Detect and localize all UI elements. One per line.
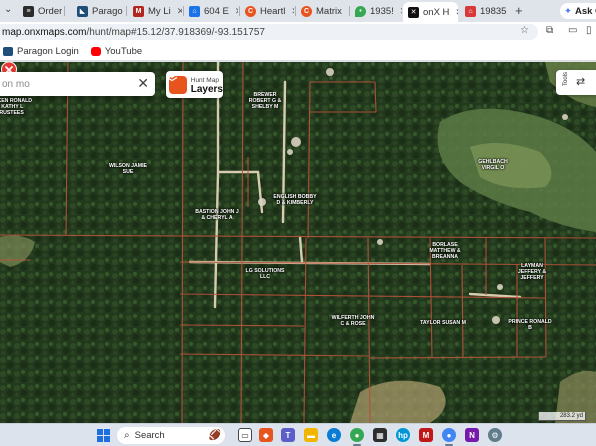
parcel-label[interactable]: LAYMAN JEFFERY & JEFFERY bbox=[509, 263, 555, 281]
extensions-icon[interactable]: ⧉ bbox=[546, 25, 553, 36]
ask-gemini-label: Ask Ge bbox=[574, 5, 596, 17]
tools-label: Tools bbox=[563, 71, 570, 87]
teams-icon[interactable]: T bbox=[281, 428, 295, 442]
matrix-icon: C bbox=[301, 5, 312, 17]
tab-search-icon[interactable]: ⌄ bbox=[4, 4, 12, 15]
layers-icon bbox=[166, 72, 187, 94]
widgets-icon: 🏈 bbox=[208, 430, 221, 441]
windows-taskbar: ⌕ Search 🏈 ▭ ◆ T ▬ e ● ▦ hp M ● N ⚙ bbox=[0, 423, 596, 446]
windows-start-icon[interactable] bbox=[96, 428, 110, 442]
parcel-label[interactable]: PRINCE RONALD B bbox=[507, 319, 553, 331]
home-icon: ⌂ bbox=[465, 5, 476, 17]
mcafee-icon[interactable]: M bbox=[419, 428, 433, 442]
scale-bar: 283.2 yd bbox=[538, 412, 586, 421]
tab-order[interactable]: ≡ Order ✕ bbox=[18, 2, 62, 20]
edge-icon[interactable]: e bbox=[327, 428, 341, 442]
swap-icon[interactable]: ⇄ bbox=[576, 75, 585, 88]
copilot-icon[interactable]: ◆ bbox=[259, 428, 273, 442]
bookmark-paragon-login[interactable]: Paragon Login bbox=[3, 46, 79, 57]
tab-label: 604 E bbox=[204, 5, 229, 17]
close-icon[interactable]: ✕ bbox=[400, 6, 402, 17]
order-icon: ≡ bbox=[23, 5, 34, 17]
tab-heartland[interactable]: C Heartl ✕ bbox=[240, 2, 294, 20]
tools-panel[interactable]: Tools ⇄ bbox=[556, 70, 596, 95]
close-icon[interactable]: ✕ bbox=[455, 7, 458, 18]
hp-icon[interactable]: hp bbox=[396, 428, 410, 442]
map-search-input[interactable]: on mo ✕ bbox=[0, 72, 155, 96]
tab-label: Heartl bbox=[260, 5, 286, 17]
satellite-map[interactable]: WILKEN RONALD L KATHY L TRUSTEES BREWER … bbox=[0, 62, 596, 423]
tab-paragon[interactable]: ◣ Parago ✕ bbox=[72, 2, 124, 20]
tab-matrix[interactable]: C Matrix ✕ bbox=[296, 2, 348, 20]
tab-label: 19835 bbox=[480, 5, 507, 17]
url-path: /hunt/map#15.12/37.918369/-93.151757 bbox=[86, 26, 265, 38]
parcel-label[interactable]: TAYLOR SUSAN M bbox=[420, 320, 466, 326]
browser-toolbar: map.onxmaps.com/hunt/map#15.12/37.918369… bbox=[0, 22, 596, 42]
tab-label: Matrix bbox=[316, 5, 342, 17]
parcel-label[interactable]: BREWER ROBERT G & SHELBY M bbox=[242, 92, 288, 110]
onx-icon: ✕ bbox=[408, 6, 419, 18]
tab-label: Order bbox=[38, 5, 62, 17]
parcel-label[interactable]: GEHLBACH VIRGIL O bbox=[470, 159, 516, 171]
paragon-icon bbox=[3, 46, 13, 56]
bookmark-label: Paragon Login bbox=[17, 45, 79, 57]
ask-gemini-button[interactable]: ✦ Ask Ge bbox=[560, 3, 596, 19]
gemini-icon: ✦ bbox=[564, 5, 572, 17]
parcel-label[interactable]: BASTION JOHN J & CHERYL A bbox=[194, 209, 240, 221]
close-icon[interactable]: ✕ bbox=[177, 6, 182, 17]
cast-icon[interactable]: ▭ bbox=[568, 25, 577, 36]
parcel-label[interactable]: ENGLISH BOBBY D & KIMBERLY bbox=[272, 194, 318, 206]
tab-my-listings[interactable]: M My Li ✕ bbox=[128, 2, 182, 20]
settings-icon[interactable]: ⚙ bbox=[488, 428, 502, 442]
tab-label: 1935! bbox=[370, 5, 394, 17]
file-explorer-icon[interactable]: ▬ bbox=[304, 428, 318, 442]
zillow-icon: ⌂ bbox=[189, 5, 200, 17]
chrome-2-icon[interactable]: ● bbox=[442, 428, 456, 442]
bookmarks-bar: Paragon Login YouTube bbox=[0, 42, 596, 61]
close-icon[interactable]: ✕ bbox=[291, 6, 294, 17]
taskbar-search-box[interactable]: ⌕ Search 🏈 bbox=[117, 427, 225, 444]
task-view-icon[interactable]: ▭ bbox=[238, 428, 252, 442]
bookmark-star-icon[interactable]: ☆ bbox=[520, 25, 529, 36]
tab-strip: ⌄ ≡ Order ✕ ◣ Parago ✕ M My Li ✕ ⌂ 604 E… bbox=[0, 0, 596, 22]
map-imagery bbox=[0, 62, 596, 423]
parcel-label[interactable]: WILFERTH JOHN C & ROSE bbox=[330, 315, 376, 327]
parcel-label[interactable]: BORLASE MATTHEW & BREANNA bbox=[422, 242, 468, 260]
search-icon: ⌕ bbox=[124, 430, 130, 441]
store-icon[interactable]: ▦ bbox=[373, 428, 387, 442]
close-icon[interactable]: ✕ bbox=[137, 75, 149, 92]
split-icon[interactable]: ▯ bbox=[586, 25, 592, 36]
bookmark-youtube[interactable]: YouTube bbox=[90, 45, 143, 57]
tab-label: Parago bbox=[92, 5, 123, 17]
new-tab-button[interactable]: + bbox=[515, 3, 523, 18]
chrome-icon[interactable]: ● bbox=[350, 428, 364, 442]
parcel-label[interactable]: LG SOLUTIONS LLC bbox=[242, 268, 288, 280]
layers-button[interactable]: Hunt Map Layers bbox=[166, 71, 223, 98]
tab-604[interactable]: ⌂ 604 E ✕ bbox=[184, 2, 238, 20]
address-bar[interactable]: map.onxmaps.com/hunt/map#15.12/37.918369… bbox=[0, 24, 538, 40]
onenote-icon[interactable]: N bbox=[465, 428, 479, 442]
taskbar-search-label: Search bbox=[134, 430, 165, 441]
search-text: on mo bbox=[2, 78, 30, 90]
tab-google-maps[interactable]: • 1935! ✕ bbox=[350, 2, 402, 20]
mylistings-icon: M bbox=[133, 5, 144, 17]
layers-title: Layers bbox=[190, 83, 223, 95]
youtube-icon bbox=[90, 46, 101, 56]
tab-label: onX H bbox=[423, 6, 450, 18]
parcel-label[interactable]: WILSON JAMIE SUE bbox=[105, 163, 151, 175]
bookmark-label: YouTube bbox=[104, 45, 143, 57]
close-icon[interactable]: ✕ bbox=[235, 6, 238, 17]
tab-label: My Li bbox=[148, 5, 171, 17]
tab-onx-active[interactable]: ✕ onX H ✕ bbox=[403, 2, 458, 22]
heartland-icon: C bbox=[245, 5, 256, 17]
maps-pin-icon: • bbox=[355, 5, 366, 17]
tab-19835[interactable]: ⌂ 19835 ✕ bbox=[460, 2, 512, 20]
paragon-icon: ◣ bbox=[77, 5, 88, 17]
url-host: map.onxmaps.com bbox=[2, 26, 87, 38]
parcel-label[interactable]: WILKEN RONALD L KATHY L TRUSTEES bbox=[0, 98, 33, 116]
